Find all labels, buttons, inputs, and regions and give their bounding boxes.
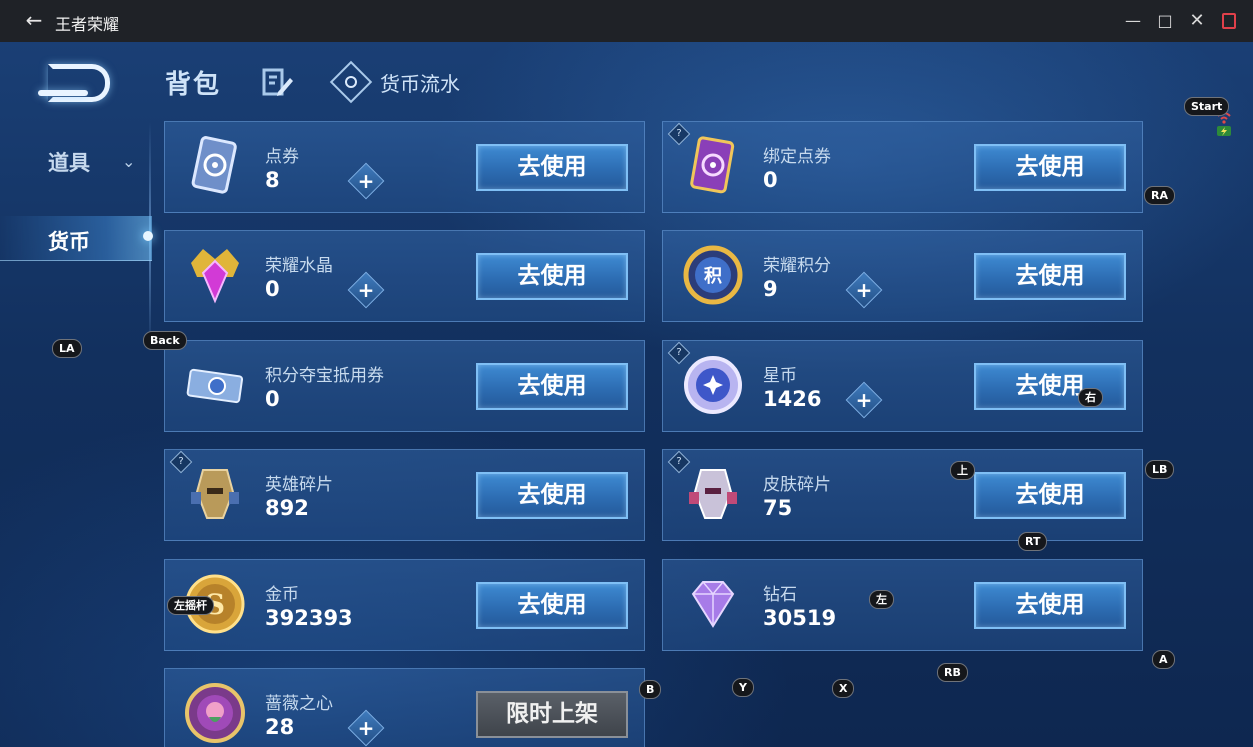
currency-value: 0 bbox=[265, 387, 280, 411]
currency-name: 星币 bbox=[763, 366, 797, 386]
use-button[interactable]: 去使用 bbox=[476, 472, 628, 519]
currency-flow-button[interactable]: 货币流水 bbox=[329, 60, 460, 104]
badge-lb: LB bbox=[1145, 460, 1175, 479]
currency-value: 0 bbox=[265, 277, 280, 301]
currency-value: 0 bbox=[763, 168, 778, 192]
star-coin-icon bbox=[684, 356, 742, 414]
plus-icon[interactable]: + bbox=[845, 381, 883, 419]
rose-heart-icon bbox=[185, 683, 245, 743]
currency-card: 钻石 30519 去使用 bbox=[662, 559, 1143, 651]
plus-icon[interactable]: + bbox=[347, 709, 385, 747]
badge-y: Y bbox=[732, 678, 754, 697]
currency-name: 英雄碎片 bbox=[265, 475, 333, 495]
badge-b: B bbox=[639, 680, 662, 699]
currency-value: 892 bbox=[265, 496, 309, 520]
voucher-icon bbox=[186, 368, 244, 404]
currency-card: ? 绑定点券 0 去使用 bbox=[662, 121, 1143, 213]
badge-la: LA bbox=[52, 339, 82, 358]
currency-card: 荣耀水晶 0 + 去使用 bbox=[164, 230, 645, 322]
plus-icon[interactable]: + bbox=[347, 271, 385, 309]
currency-value: 28 bbox=[265, 715, 295, 739]
skin-shard-icon bbox=[689, 469, 737, 519]
glory-crystal-icon bbox=[191, 249, 239, 304]
use-button[interactable]: 去使用 bbox=[974, 363, 1126, 410]
use-button[interactable]: 去使用 bbox=[476, 363, 628, 410]
use-button[interactable]: 去使用 bbox=[974, 253, 1126, 300]
badge-rb: RB bbox=[937, 663, 968, 682]
currency-value: 75 bbox=[763, 496, 793, 520]
window-title: 王者荣耀 bbox=[55, 15, 120, 34]
svg-text:积: 积 bbox=[704, 266, 722, 287]
currency-card: 积 荣耀积分 9 + 去使用 bbox=[662, 230, 1143, 322]
use-button[interactable]: 去使用 bbox=[476, 582, 628, 629]
use-button[interactable]: 去使用 bbox=[476, 253, 628, 300]
chevron-down-icon[interactable]: ⌄ bbox=[122, 152, 135, 171]
currency-card: S 金币 392393 去使用 bbox=[164, 559, 645, 651]
glory-points-icon: 积 bbox=[683, 245, 743, 305]
currency-flow-icon bbox=[329, 60, 373, 104]
use-button[interactable]: 去使用 bbox=[974, 582, 1126, 629]
badge-ra: RA bbox=[1144, 186, 1175, 205]
currency-card: 点券 8 + 去使用 bbox=[164, 121, 645, 213]
use-button[interactable]: 去使用 bbox=[476, 144, 628, 191]
currency-value: 9 bbox=[763, 277, 778, 301]
hero-shard-icon bbox=[191, 469, 239, 519]
plus-icon[interactable]: + bbox=[845, 271, 883, 309]
diamond-icon bbox=[691, 581, 735, 628]
currency-name: 钻石 bbox=[763, 585, 797, 605]
currency-value: 392393 bbox=[265, 606, 353, 630]
currency-name: 蔷薇之心 bbox=[265, 694, 333, 714]
currency-card: ? 皮肤碎片 75 去使用 bbox=[662, 449, 1143, 541]
badge-up: 上 bbox=[950, 461, 975, 480]
badge-rt: RT bbox=[1018, 532, 1048, 551]
currency-name: 皮肤碎片 bbox=[763, 475, 831, 495]
currency-name: 金币 bbox=[265, 585, 299, 605]
window-titlebar: ← 王者荣耀 — □ ✕ bbox=[0, 0, 1253, 42]
return-icon[interactable] bbox=[38, 64, 110, 102]
maximize-icon[interactable]: □ bbox=[1153, 9, 1177, 33]
arrow-left-icon[interactable]: ← bbox=[22, 8, 46, 32]
badge-a: A bbox=[1152, 650, 1175, 669]
currency-name: 荣耀积分 bbox=[763, 256, 831, 276]
page-title: 背包 bbox=[165, 70, 222, 100]
currency-card: 积分夺宝抵用券 0 去使用 bbox=[164, 340, 645, 432]
currency-value: 30519 bbox=[763, 606, 837, 630]
badge-right: 右 bbox=[1078, 388, 1103, 407]
badge-x: X bbox=[832, 679, 855, 698]
use-button[interactable]: 去使用 bbox=[974, 472, 1126, 519]
badge-back: Back bbox=[143, 331, 187, 350]
use-button[interactable]: 去使用 bbox=[974, 144, 1126, 191]
nav-selected-dot bbox=[143, 231, 153, 241]
currency-name: 荣耀水晶 bbox=[265, 256, 333, 276]
badge-left-stick: 左摇杆 bbox=[167, 596, 214, 615]
currency-card: ? 英雄碎片 892 去使用 bbox=[164, 449, 645, 541]
plus-icon[interactable]: + bbox=[347, 162, 385, 200]
currency-name: 积分夺宝抵用券 bbox=[265, 366, 384, 386]
currency-value: 1426 bbox=[763, 387, 822, 411]
currency-card: ? 星币 1426 + 去使用 bbox=[662, 340, 1143, 432]
minimize-icon[interactable]: — bbox=[1121, 9, 1145, 33]
currency-name: 绑定点券 bbox=[763, 147, 831, 167]
bound-coupon-icon bbox=[690, 136, 735, 194]
currency-name: 点券 bbox=[265, 147, 299, 167]
currency-flow-label: 货币流水 bbox=[380, 71, 460, 96]
badge-left: 左 bbox=[869, 590, 894, 609]
close-icon[interactable]: ✕ bbox=[1185, 9, 1209, 33]
sidebar-toggle-icon[interactable] bbox=[1217, 9, 1241, 33]
currency-value: 8 bbox=[265, 168, 280, 192]
nav-item-props[interactable]: 道具 bbox=[48, 147, 90, 177]
coupon-icon bbox=[191, 136, 237, 194]
currency-card: 蔷薇之心 28 + 限时上架 bbox=[164, 668, 645, 747]
nav-item-currency[interactable]: 货币 bbox=[48, 226, 90, 256]
edit-icon[interactable] bbox=[262, 66, 294, 98]
game-viewport: 背包 货币流水 道具 ⌄ 货币 点券 8 + 去使用? 绑定点券 0 去使用 荣耀水晶 0 + 去使… bbox=[0, 42, 1253, 747]
badge-start: Start bbox=[1184, 97, 1230, 116]
limited-time-button: 限时上架 bbox=[476, 691, 628, 738]
